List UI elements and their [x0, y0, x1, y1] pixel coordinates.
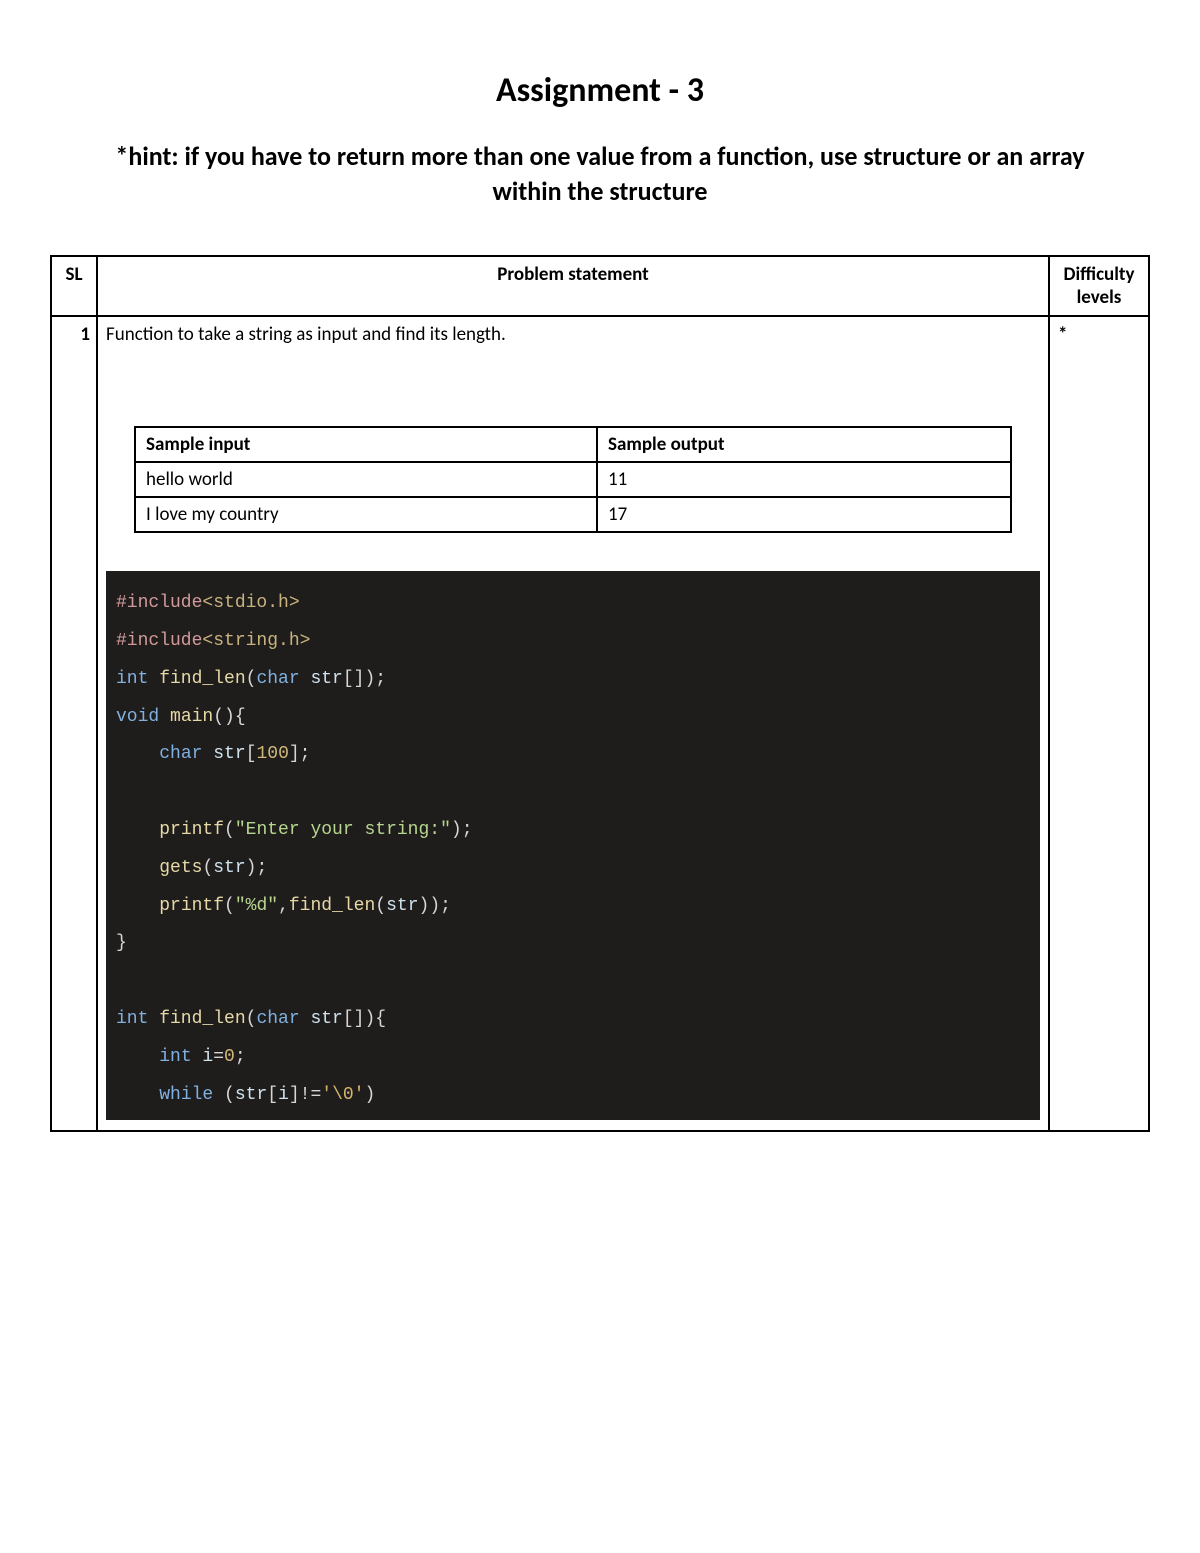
code-token: void: [116, 707, 159, 727]
code-token: (: [224, 896, 235, 916]
code-token: (: [202, 858, 213, 878]
code-token: []){: [343, 1009, 386, 1029]
cell-sl: 1: [51, 316, 97, 1131]
code-token: i: [278, 1085, 289, 1105]
code-block: #include<stdio.h> #include<string.h> int…: [106, 571, 1040, 1120]
code-token: str: [235, 1085, 267, 1105]
code-token: str: [386, 896, 418, 916]
code-token: 100: [256, 744, 288, 764]
code-token: str: [300, 669, 343, 689]
code-token: char: [256, 669, 299, 689]
code-token: [: [246, 744, 257, 764]
code-token: int: [116, 1009, 148, 1029]
code-token: (: [375, 896, 386, 916]
problem-statement: Function to take a string as input and f…: [106, 323, 1040, 346]
code-token: char: [159, 744, 202, 764]
code-token: str: [202, 744, 245, 764]
header-difficulty: Difficulty levels: [1049, 256, 1149, 316]
code-token: ): [365, 1085, 376, 1105]
hint-text: *hint: if you have to return more than o…: [50, 139, 1150, 209]
sample-output-cell: 11: [597, 462, 1011, 497]
code-token: find_len: [289, 896, 375, 916]
cell-difficulty: *: [1049, 316, 1149, 1131]
code-token: [: [267, 1085, 278, 1105]
code-token: ,: [278, 896, 289, 916]
code-token: #include: [116, 631, 202, 651]
code-token: while: [159, 1085, 213, 1105]
code-token: i: [192, 1047, 214, 1067]
code-token: gets: [159, 858, 202, 878]
code-token: #include: [116, 593, 202, 613]
code-token: ));: [419, 896, 451, 916]
code-token: }: [116, 933, 127, 953]
code-token: [116, 744, 159, 764]
code-token: (: [246, 1009, 257, 1029]
code-token: (){: [213, 707, 245, 727]
sample-row: I love my country 17: [135, 497, 1011, 532]
code-token: printf: [159, 820, 224, 840]
code-token: (: [246, 669, 257, 689]
code-token: str: [213, 858, 245, 878]
code-token: char: [256, 1009, 299, 1029]
code-token: 0: [224, 1047, 235, 1067]
code-token: ];: [289, 744, 311, 764]
assignment-table: SL Problem statement Difficulty levels 1…: [50, 255, 1150, 1132]
sample-input-cell: hello world: [135, 462, 597, 497]
code-token: <string.h>: [202, 631, 310, 651]
page-title: Assignment - 3: [50, 70, 1150, 111]
code-token: "%d": [235, 896, 278, 916]
code-token: =: [213, 1047, 224, 1067]
sample-output-header: Sample output: [597, 427, 1011, 462]
code-token: []);: [343, 669, 386, 689]
code-token: find_len: [148, 669, 245, 689]
code-token: );: [246, 858, 268, 878]
sample-io-table: Sample input Sample output hello world 1…: [134, 426, 1012, 533]
code-token: [116, 820, 159, 840]
code-token: <stdio.h>: [202, 593, 299, 613]
code-token: find_len: [148, 1009, 245, 1029]
code-token: main: [159, 707, 213, 727]
code-token: str: [300, 1009, 343, 1029]
code-token: (: [213, 1085, 235, 1105]
sample-output-cell: 17: [597, 497, 1011, 532]
header-sl: SL: [51, 256, 97, 316]
code-token: [116, 896, 159, 916]
code-token: printf: [159, 896, 224, 916]
code-token: ;: [235, 1047, 246, 1067]
code-token: '\0': [321, 1085, 364, 1105]
code-token: );: [451, 820, 473, 840]
code-token: (: [224, 820, 235, 840]
code-token: [116, 858, 159, 878]
code-token: int: [116, 669, 148, 689]
code-token: [116, 1047, 159, 1067]
code-token: int: [159, 1047, 191, 1067]
header-problem: Problem statement: [97, 256, 1049, 316]
table-row: 1 Function to take a string as input and…: [51, 316, 1149, 1131]
sample-row: hello world 11: [135, 462, 1011, 497]
sample-input-cell: I love my country: [135, 497, 597, 532]
code-token: ]!=: [289, 1085, 321, 1105]
sample-input-header: Sample input: [135, 427, 597, 462]
code-token: "Enter your string:": [235, 820, 451, 840]
code-token: [116, 1085, 159, 1105]
cell-problem: Function to take a string as input and f…: [97, 316, 1049, 1131]
